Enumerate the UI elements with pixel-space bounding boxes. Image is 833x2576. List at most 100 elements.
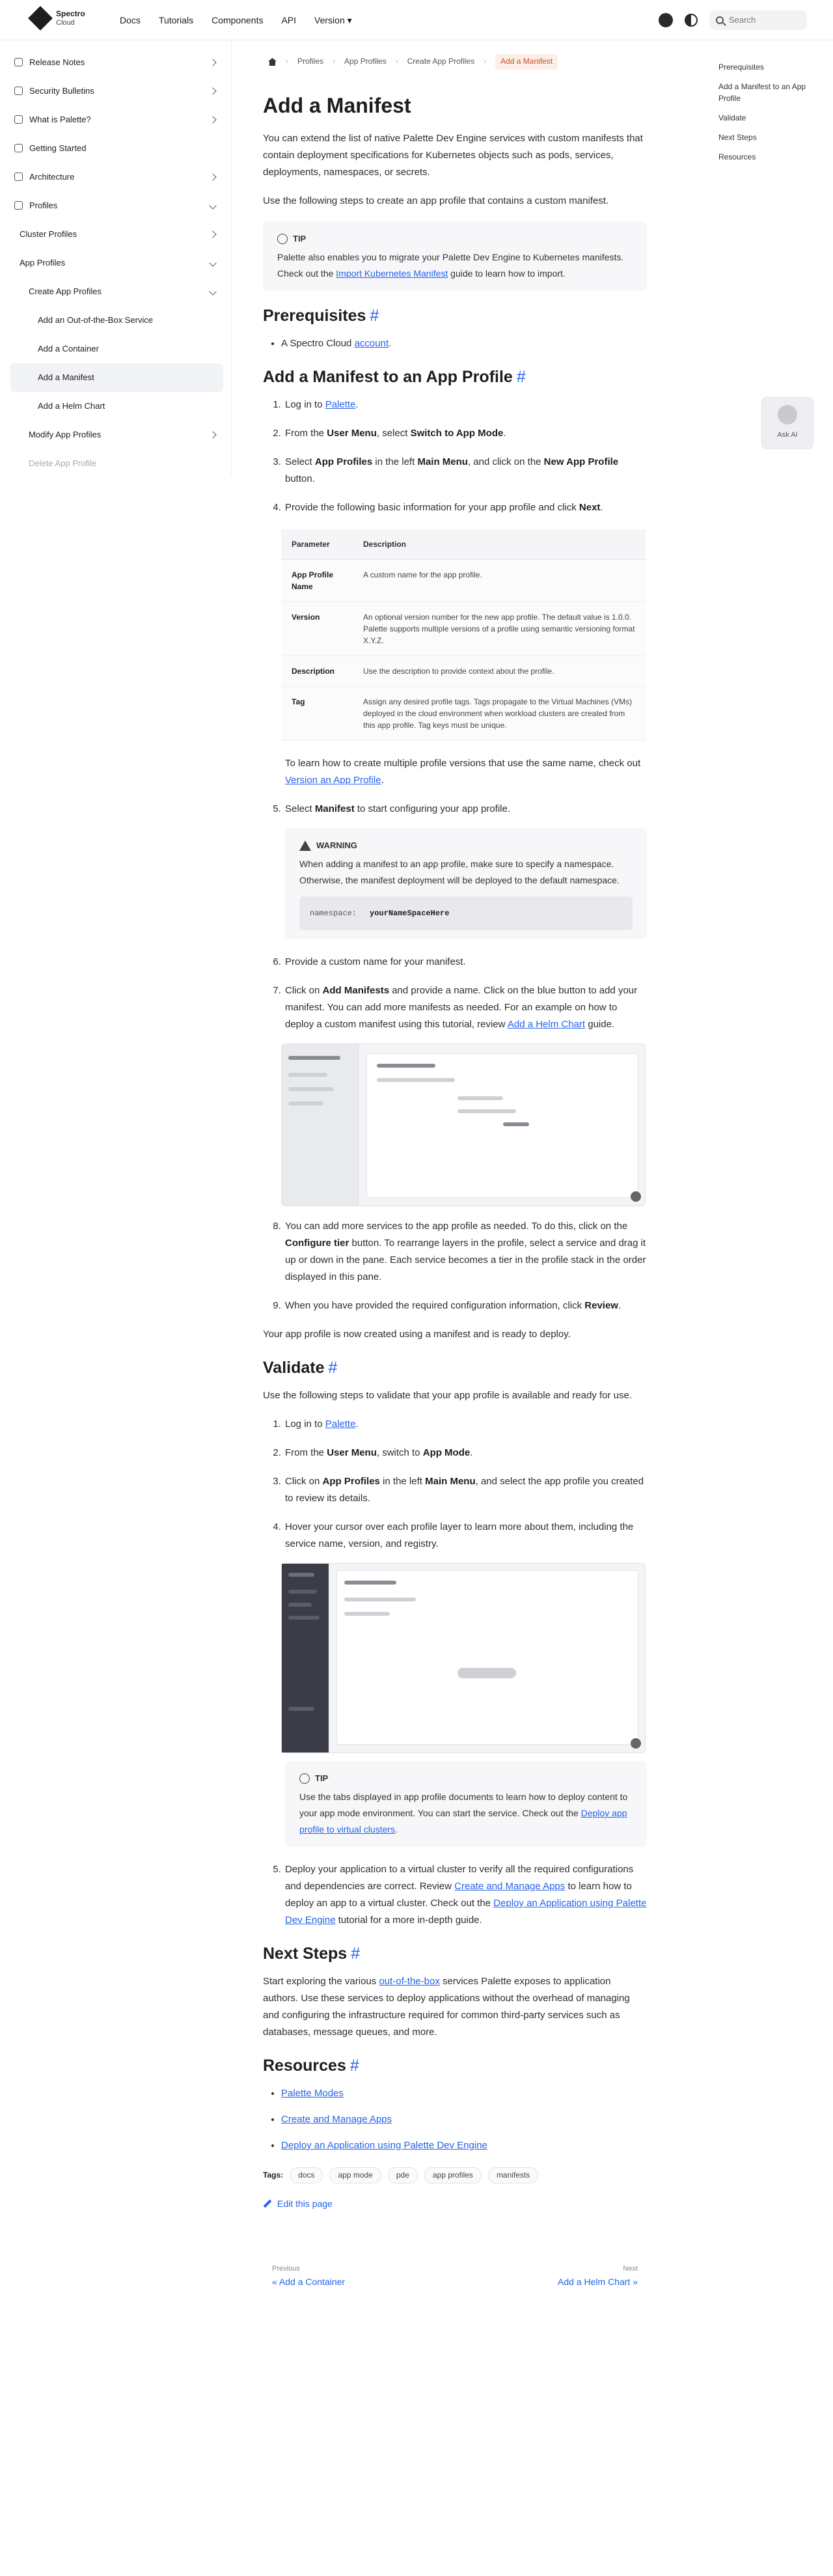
sidebar-item-icon: [14, 115, 23, 124]
nav-right: Search: [659, 10, 807, 30]
resources-list: Palette Modes Create and Manage Apps Dep…: [281, 2085, 647, 2154]
step-2: From the User Menu, switch to App Mode.: [284, 1445, 647, 1461]
sidebar-item-label: Add an Out-of-the-Box Service: [38, 314, 154, 325]
theme-toggle-icon[interactable]: [685, 14, 698, 27]
next-steps-paragraph: Start exploring the various out-of-the-b…: [263, 1976, 630, 2038]
out-of-the-box-link[interactable]: out-of-the-box: [379, 1976, 439, 1987]
step-1: Log in to Palette.: [284, 396, 647, 413]
anchor-link[interactable]: #: [351, 1945, 360, 1963]
breadcrumb-profiles[interactable]: Profiles: [297, 55, 323, 68]
sidebar-item-create-app-profiles[interactable]: Create App Profiles: [10, 277, 223, 306]
nav-link-docs[interactable]: Docs: [120, 13, 141, 27]
toc-item[interactable]: Resources: [718, 151, 816, 163]
sidebar-item-label: Modify App Profiles: [29, 429, 102, 439]
resource-link-palette-modes[interactable]: Palette Modes: [281, 2088, 344, 2099]
nav-link-tutorials[interactable]: Tutorials: [159, 13, 193, 27]
pencil-icon: [263, 2200, 272, 2208]
chevron-right-icon[interactable]: [209, 230, 217, 238]
tip-admonition-2: TIP Use the tabs displayed in app profil…: [285, 1761, 647, 1847]
search-input[interactable]: Search: [709, 10, 807, 30]
palette-link[interactable]: Palette: [325, 399, 356, 410]
nav-link-version[interactable]: Version ▾: [314, 13, 352, 27]
sidebar-item-add-a-helm-chart[interactable]: Add a Helm Chart: [10, 392, 223, 421]
zoom-icon[interactable]: [631, 1191, 641, 1202]
tag-chip[interactable]: pde: [387, 2167, 418, 2184]
table-row: Tag Assign any desired profile tags. Tags…: [281, 686, 646, 741]
tag-chip[interactable]: app profiles: [424, 2167, 482, 2184]
sidebar-item-add-an-out-of-the-box-service[interactable]: Add an Out-of-the-Box Service: [10, 306, 223, 335]
anchor-link[interactable]: #: [329, 1359, 338, 1377]
version-app-profile-link[interactable]: Version an App Profile: [285, 775, 381, 786]
validate-heading: Validate #: [263, 1359, 338, 1377]
step-7: Click on Add Manifests and provide a nam…: [281, 982, 647, 1206]
breadcrumb-create-app-profiles[interactable]: Create App Profiles: [407, 55, 474, 68]
anchor-link[interactable]: #: [370, 307, 379, 325]
sidebar-item-cluster-profiles[interactable]: Cluster Profiles: [10, 220, 223, 249]
parameters-table: Parameter Description App Profile Name A …: [281, 529, 646, 741]
chevron-right-icon[interactable]: [209, 431, 217, 439]
tag-chip[interactable]: manifests: [487, 2167, 539, 2184]
prerequisites-heading: Prerequisites #: [263, 307, 379, 325]
edit-page-link[interactable]: Edit this page: [263, 2196, 647, 2211]
sidebar-item-what-is-palette[interactable]: What is Palette?: [10, 105, 223, 134]
warning-icon: [299, 840, 311, 851]
sidebar-item-security-bulletins[interactable]: Security Bulletins: [10, 77, 223, 105]
next-page-link[interactable]: Next Add a Helm Chart »: [471, 2257, 647, 2296]
palette-link[interactable]: Palette: [325, 1419, 356, 1430]
anchor-link[interactable]: #: [350, 2057, 359, 2075]
resource-link-create-manage-apps[interactable]: Create and Manage Apps: [281, 2114, 392, 2125]
table-of-contents: Prerequisites Add a Manifest to an App P…: [718, 61, 816, 171]
toc-item[interactable]: Next Steps: [718, 132, 816, 143]
account-link[interactable]: account: [355, 338, 389, 349]
tag-chip[interactable]: app mode: [329, 2167, 381, 2184]
toc-item[interactable]: Validate: [718, 112, 816, 124]
import-manifest-link[interactable]: Import Kubernetes Manifest: [336, 268, 448, 279]
table-row: Description Use the description to provid…: [281, 656, 646, 687]
logo[interactable]: Spectro Cloud: [28, 6, 85, 31]
sidebar-item-app-profiles[interactable]: App Profiles: [10, 249, 223, 277]
chevron-right-icon[interactable]: [209, 59, 217, 66]
sidebar-item-icon: [14, 173, 23, 182]
toc-item[interactable]: Prerequisites: [718, 61, 816, 73]
helm-chart-link[interactable]: Add a Helm Chart: [508, 1019, 585, 1030]
sidebar-item-profiles[interactable]: Profiles: [10, 191, 223, 220]
breadcrumb-app-profiles[interactable]: App Profiles: [344, 55, 387, 68]
sidebar-item-getting-started[interactable]: Getting Started: [10, 134, 223, 163]
warning-admonition: WARNING When adding a manifest to an app…: [285, 828, 647, 939]
home-icon[interactable]: [268, 58, 277, 66]
chevron-down-icon[interactable]: [209, 288, 217, 296]
chevron-right-icon[interactable]: [209, 116, 217, 124]
resource-link-deploy-app[interactable]: Deploy an Application using Palette Dev …: [281, 2140, 487, 2151]
sidebar: Release Notes Security Bulletins What is P…: [0, 40, 232, 477]
anchor-link[interactable]: #: [517, 368, 526, 386]
step-4: Hover your cursor over each profile laye…: [281, 1519, 647, 1847]
prev-page-link[interactable]: Previous « Add a Container: [263, 2257, 439, 2296]
chevron-right-icon[interactable]: [209, 173, 217, 181]
sidebar-item-add-a-manifest[interactable]: Add a Manifest: [10, 363, 223, 392]
sidebar-item-label: Release Notes: [29, 57, 85, 67]
toc-item[interactable]: Add a Manifest to an App Profile: [718, 81, 816, 104]
sidebar-item-label: Architecture: [29, 171, 75, 182]
sidebar-item-delete-app-profile[interactable]: Delete App Profile: [10, 449, 223, 478]
logo-text: Spectro Cloud: [56, 9, 85, 27]
nav-link-api[interactable]: API: [281, 13, 296, 27]
sidebar-item-icon: [14, 144, 23, 153]
step-6: Provide a custom name for your manifest.: [284, 954, 647, 971]
manifest-editor-screenshot: [281, 1044, 646, 1206]
sidebar-item-add-a-container[interactable]: Add a Container: [10, 335, 223, 363]
ask-ai-button[interactable]: Ask AI: [761, 397, 813, 449]
breadcrumb-current: Add a Manifest: [495, 54, 558, 70]
github-icon[interactable]: [659, 13, 673, 27]
chevron-right-icon[interactable]: [209, 87, 217, 95]
chevron-down-icon[interactable]: [209, 259, 217, 267]
create-manage-apps-link[interactable]: Create and Manage Apps: [454, 1881, 565, 1892]
sidebar-item-modify-app-profiles[interactable]: Modify App Profiles: [10, 421, 223, 449]
tag-chip[interactable]: docs: [290, 2167, 323, 2184]
nav-link-components[interactable]: Components: [212, 13, 263, 27]
sidebar-item-release-notes[interactable]: Release Notes: [10, 48, 223, 77]
zoom-icon[interactable]: [631, 1738, 641, 1749]
chevron-down-icon[interactable]: [209, 202, 217, 210]
sidebar-item-architecture[interactable]: Architecture: [10, 163, 223, 191]
sidebar-item-label: Add a Helm Chart: [38, 400, 105, 411]
sidebar-item-icon: [14, 58, 23, 67]
